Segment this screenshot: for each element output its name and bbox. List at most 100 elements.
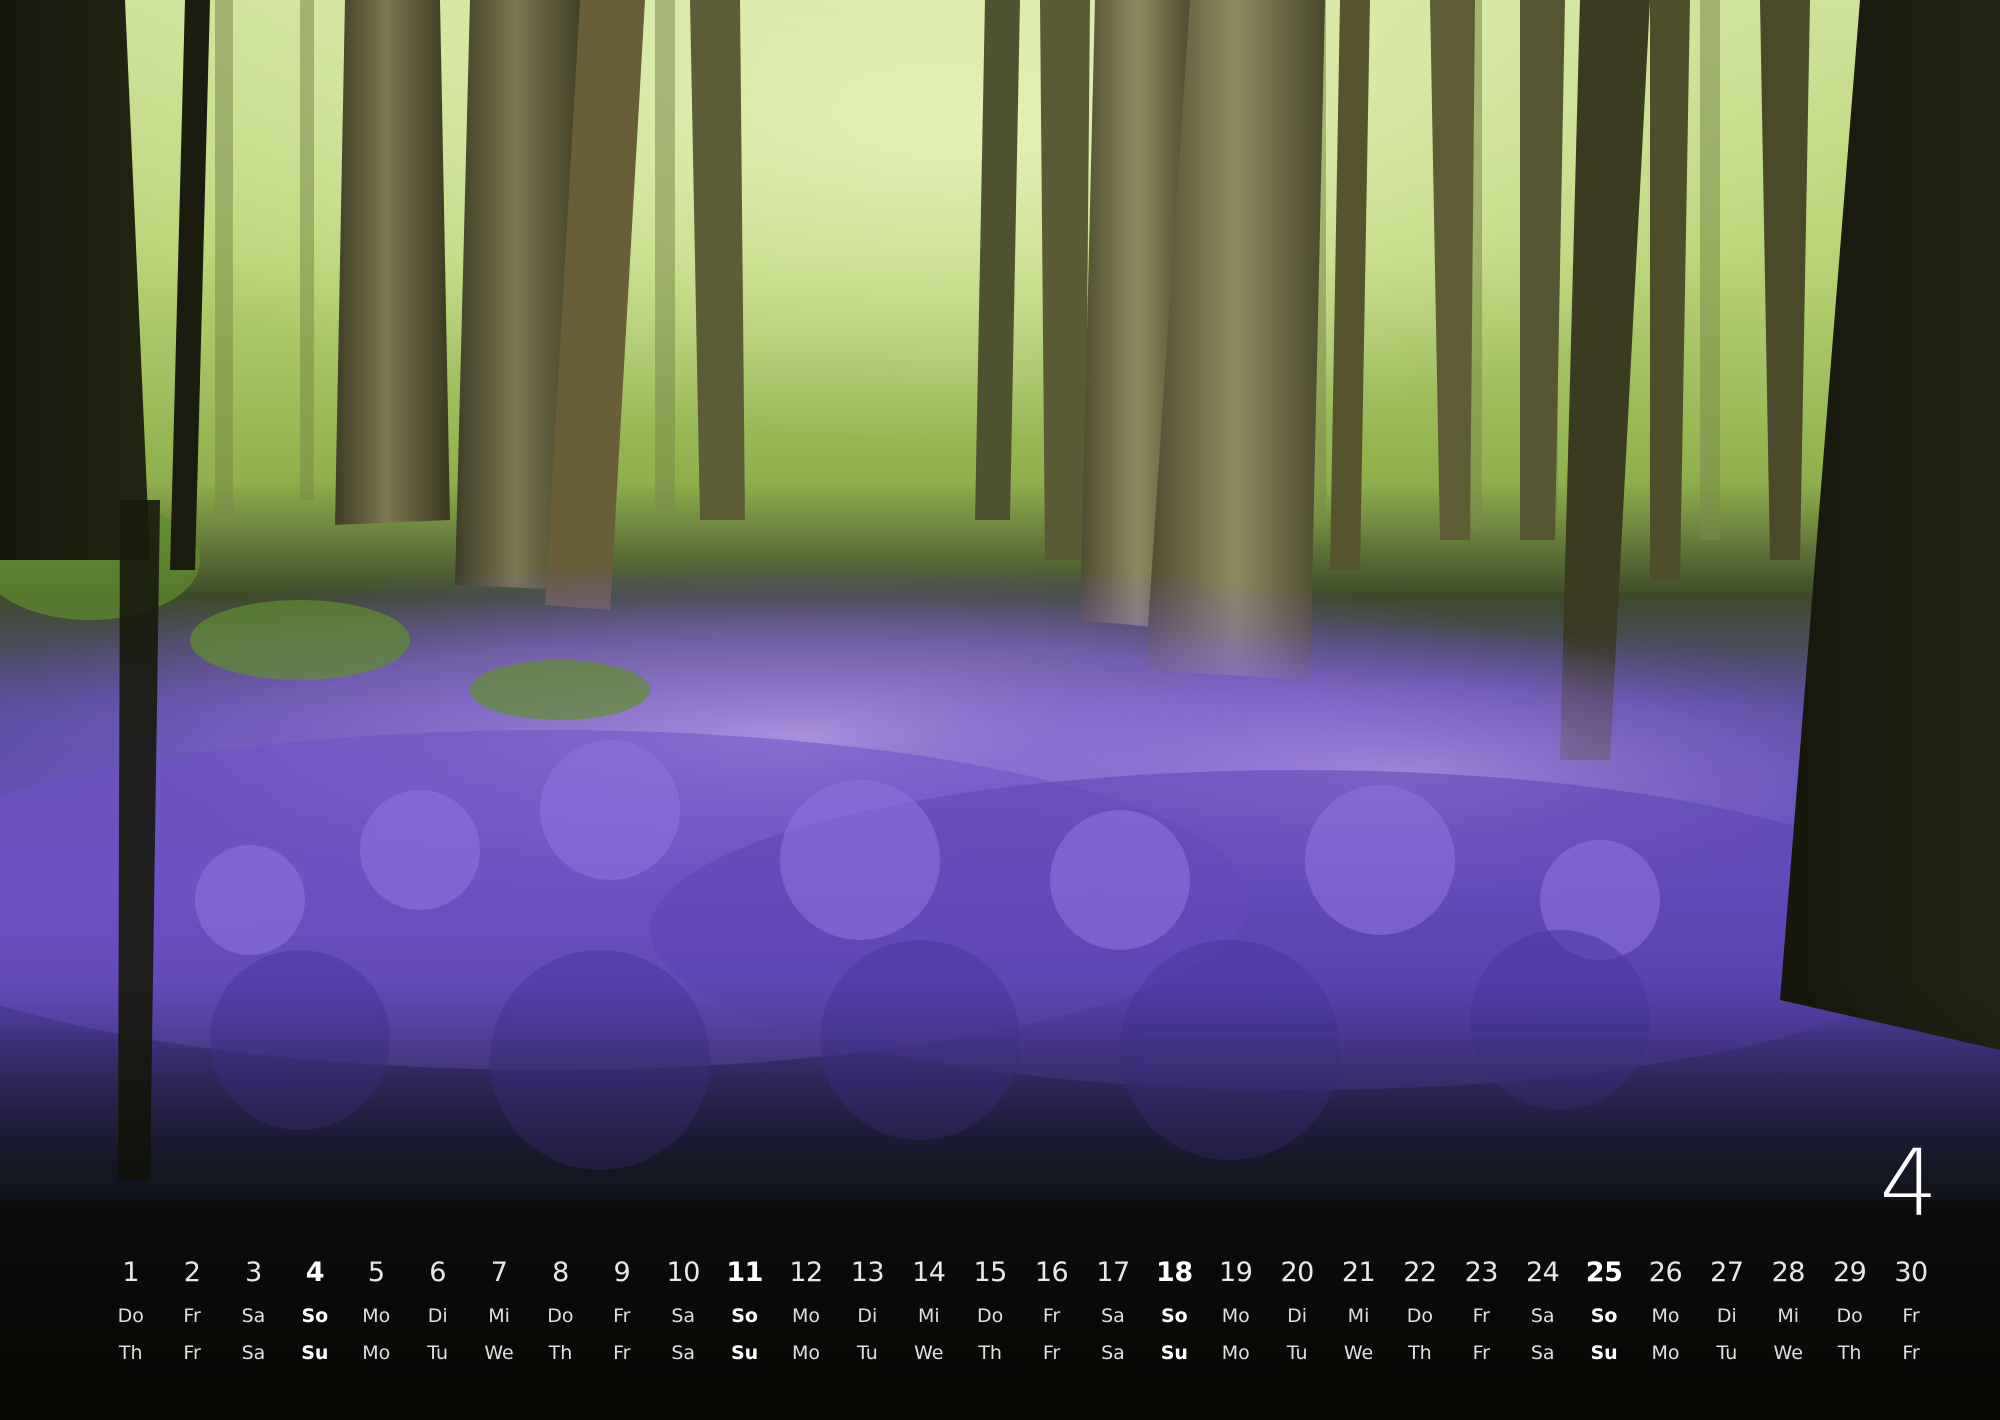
day-number: 23	[1464, 1257, 1499, 1288]
calendar-day: 26 Mo Mo	[1635, 1256, 1696, 1372]
weekday-german: So	[1160, 1305, 1188, 1327]
calendar-day: 23 Fr Fr	[1451, 1256, 1512, 1372]
day-number: 16	[1034, 1257, 1069, 1288]
weekday-german: Di	[1287, 1305, 1308, 1327]
weekday-german: Mi	[1347, 1305, 1370, 1327]
weekday-german: So	[301, 1305, 329, 1327]
day-number: 30	[1894, 1257, 1928, 1288]
day-number: 5	[367, 1257, 385, 1288]
weekday-english: Tu	[1286, 1342, 1308, 1364]
day-number: 22	[1403, 1257, 1437, 1288]
weekday-english: Sa	[671, 1342, 696, 1364]
weekday-german: Sa	[1530, 1305, 1555, 1327]
calendar-day: 10 Sa Sa	[653, 1256, 714, 1372]
weekday-german: Mi	[917, 1305, 940, 1327]
weekday-english: We	[1773, 1342, 1803, 1364]
weekday-english: We	[1343, 1342, 1374, 1364]
day-number: 11	[726, 1257, 763, 1288]
weekday-english: Th	[548, 1342, 573, 1364]
calendar-day: 9 Fr Fr	[591, 1256, 652, 1372]
weekday-german: Sa	[671, 1305, 696, 1327]
calendar-day: 8 Do Th	[530, 1256, 591, 1372]
weekday-german: Do	[977, 1305, 1004, 1327]
calendar-day: 15 Do Th	[959, 1256, 1020, 1372]
weekday-german: Mi	[1777, 1305, 1800, 1327]
weekday-english: Mo	[791, 1342, 820, 1364]
weekday-german: Di	[857, 1305, 878, 1327]
weekday-english: Su	[730, 1342, 759, 1364]
calendar-day: 18 So Su	[1144, 1256, 1205, 1372]
weekday-english: Tu	[427, 1342, 449, 1364]
day-number: 17	[1096, 1257, 1130, 1288]
day-number: 1	[122, 1257, 140, 1288]
weekday-english: Th	[1408, 1342, 1432, 1364]
calendar-day: 5 Mo Mo	[346, 1256, 407, 1372]
day-number: 8	[552, 1257, 569, 1288]
weekday-german: Fr	[1472, 1305, 1490, 1327]
calendar-day: 27 Di Tu	[1696, 1256, 1757, 1372]
weekday-german: Mo	[1651, 1305, 1680, 1327]
day-number: 12	[789, 1257, 823, 1288]
day-number: 14	[912, 1257, 946, 1288]
weekday-english: Su	[1160, 1342, 1188, 1364]
calendar-day: 14 Mi We	[898, 1256, 959, 1372]
weekday-english: Th	[978, 1342, 1002, 1364]
calendar-day: 12 Mo Mo	[775, 1256, 836, 1372]
day-number: 13	[850, 1257, 885, 1288]
day-number: 20	[1280, 1257, 1314, 1288]
weekday-english: Sa	[1101, 1342, 1125, 1364]
weekday-english: Tu	[1716, 1342, 1738, 1364]
day-number: 27	[1710, 1257, 1744, 1288]
weekday-english: Fr	[613, 1342, 631, 1364]
calendar-day: 4 So Su	[284, 1256, 345, 1372]
weekday-german: Fr	[1902, 1305, 1920, 1327]
weekday-english: Mo	[362, 1342, 391, 1364]
day-number: 7	[490, 1257, 508, 1288]
weekday-english: Tu	[857, 1342, 878, 1364]
weekday-german: So	[731, 1305, 758, 1327]
weekday-english: Fr	[183, 1342, 201, 1364]
weekday-english: Sa	[241, 1342, 266, 1364]
weekday-english: Th	[1837, 1342, 1862, 1364]
calendar-day-strip: 1 Do Th 2 Fr Fr 3 Sa Sa 4 So Su 5 Mo Mo 6 Di Tu 7 Mi We 8 Do Th…	[100, 1256, 1942, 1372]
weekday-english: We	[914, 1342, 944, 1364]
weekday-german: Mo	[362, 1305, 391, 1327]
day-number: 29	[1832, 1257, 1867, 1288]
calendar-day: 20 Di Tu	[1266, 1256, 1327, 1372]
calendar-day: 13 Di Tu	[837, 1256, 898, 1372]
day-number: 28	[1771, 1257, 1806, 1288]
calendar-day: 19 Mo Mo	[1205, 1256, 1266, 1372]
weekday-german: Do	[1406, 1305, 1434, 1327]
calendar-day: 16 Fr Fr	[1021, 1256, 1082, 1372]
calendar-day: 6 Di Tu	[407, 1256, 468, 1372]
calendar-day: 25 So Su	[1573, 1256, 1634, 1372]
weekday-german: Mo	[791, 1305, 820, 1327]
day-number: 26	[1648, 1257, 1683, 1288]
day-number: 6	[429, 1257, 446, 1288]
day-number: 18	[1156, 1257, 1193, 1288]
calendar-day: 24 Sa Sa	[1512, 1256, 1573, 1372]
calendar-day: 22 Do Th	[1389, 1256, 1450, 1372]
day-number: 21	[1341, 1257, 1376, 1288]
calendar-day: 28 Mi We	[1758, 1256, 1819, 1372]
weekday-english: Mo	[1221, 1342, 1250, 1364]
calendar-day: 1 Do Th	[100, 1256, 161, 1372]
day-number: 15	[973, 1257, 1007, 1288]
weekday-german: Di	[1716, 1305, 1737, 1327]
day-number: 19	[1219, 1257, 1253, 1288]
calendar-day: 2 Fr Fr	[161, 1256, 222, 1372]
day-number: 25	[1585, 1257, 1623, 1288]
weekday-english: Sa	[1530, 1342, 1555, 1364]
weekday-english: Fr	[1472, 1342, 1490, 1364]
month-number: 4	[1879, 1130, 1938, 1237]
day-number: 10	[666, 1257, 701, 1288]
weekday-english: Fr	[1902, 1342, 1920, 1364]
weekday-english: Su	[1590, 1342, 1618, 1364]
weekday-english: Mo	[1651, 1342, 1680, 1364]
weekday-german: Fr	[183, 1305, 201, 1327]
weekday-german: Mo	[1221, 1305, 1250, 1327]
day-number: 3	[245, 1257, 262, 1288]
calendar-day: 30 Fr Fr	[1880, 1256, 1941, 1372]
weekday-english: Fr	[1042, 1342, 1061, 1364]
day-number: 24	[1526, 1257, 1560, 1288]
